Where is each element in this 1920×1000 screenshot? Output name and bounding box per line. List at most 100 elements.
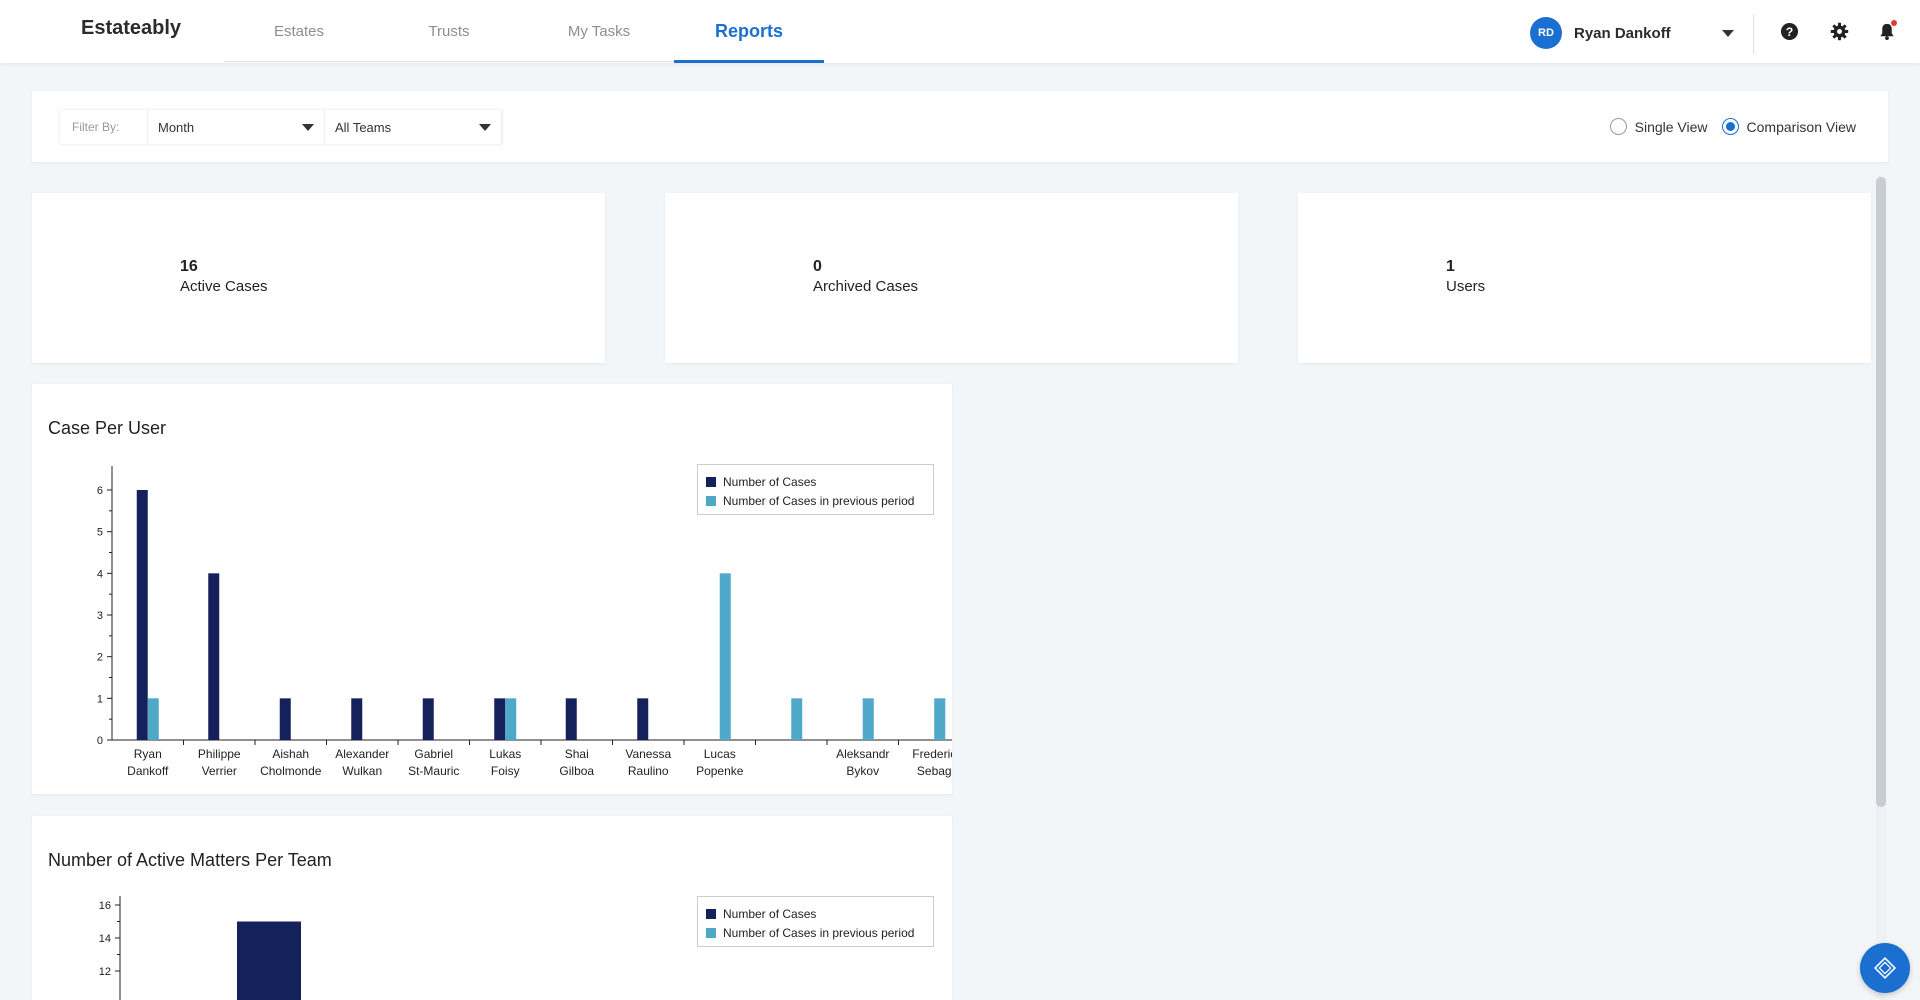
x-tick-label: Lucas bbox=[704, 747, 736, 761]
bar-current bbox=[237, 921, 301, 1000]
x-tick-label: Sebag bbox=[917, 764, 952, 778]
x-tick-label: Raulino bbox=[628, 764, 669, 778]
case-per-user-chart: 0 1 2 3 4 5 6 Ryan Dankoff Philippe Verrier Aishah C… bbox=[97, 466, 952, 778]
nav-tab-my-tasks[interactable]: My Tasks bbox=[524, 0, 674, 63]
legend-swatch bbox=[706, 927, 716, 938]
bar-current bbox=[279, 698, 291, 740]
bar-current bbox=[422, 698, 434, 740]
legend-label: Number of Cases in previous period bbox=[723, 925, 915, 940]
legend-item: Number of Cases bbox=[706, 472, 925, 491]
chart-legend: Number of Cases Number of Cases in previ… bbox=[697, 464, 934, 515]
y-tick-label: 0 bbox=[97, 735, 103, 747]
x-tick-label: Ryan bbox=[134, 747, 162, 761]
bar-previous bbox=[862, 698, 874, 740]
y-tick-label: 1 bbox=[97, 693, 103, 705]
x-tick-label: Aleksandr bbox=[836, 747, 889, 761]
stat-value: 0 bbox=[813, 258, 822, 275]
comparison-view-radio[interactable] bbox=[1721, 118, 1739, 135]
chart-card-case-per-user: Case Per User 0 1 2 3 4 5 6 Ryan Dankoff Philippe… bbox=[32, 384, 952, 794]
stat-label: Active Cases bbox=[180, 278, 268, 295]
x-tick-label: Frederic bbox=[912, 747, 952, 761]
legend-label: Number of Cases bbox=[723, 906, 817, 921]
period-select-value: Month bbox=[158, 119, 195, 135]
legend-item: Number of Cases in previous period bbox=[706, 491, 925, 510]
filter-label: Filter By: bbox=[60, 110, 148, 144]
stat-card-archived-cases: 0 Archived Cases bbox=[665, 193, 1238, 363]
x-tick-label: St-Mauric bbox=[408, 764, 459, 778]
view-toggle: Single View Comparison View bbox=[1609, 118, 1856, 135]
bar-previous bbox=[934, 698, 946, 740]
nav-tab-reports[interactable]: Reports bbox=[674, 0, 824, 63]
bar-current bbox=[637, 698, 649, 740]
stat-label: Archived Cases bbox=[813, 278, 919, 295]
x-tick-label: Verrier bbox=[202, 764, 237, 778]
stat-card-active-cases: 16 Active Cases bbox=[32, 193, 605, 363]
notification-dot bbox=[1891, 20, 1897, 26]
user-menu[interactable]: RD Ryan Dankoff bbox=[1530, 17, 1734, 49]
chevron-down-icon[interactable] bbox=[1722, 29, 1734, 37]
x-tick-label: Lukas bbox=[489, 747, 521, 761]
y-tick-label: 5 bbox=[97, 527, 103, 539]
chevron-down-icon bbox=[302, 123, 314, 131]
bar-previous bbox=[791, 698, 803, 740]
y-tick-label: 3 bbox=[97, 610, 103, 622]
x-tick-label: Aishah bbox=[272, 747, 309, 761]
x-tick-label: Gabriel bbox=[414, 747, 453, 761]
bar-current bbox=[351, 698, 363, 740]
stat-value: 16 bbox=[180, 258, 198, 275]
stat-value: 1 bbox=[1446, 258, 1455, 275]
help-icon[interactable]: ? bbox=[1779, 21, 1799, 41]
x-tick-label: Gilboa bbox=[559, 764, 594, 778]
x-tick-label: Vanessa bbox=[625, 747, 671, 761]
legend-swatch bbox=[706, 495, 716, 506]
x-tick-label: Bykov bbox=[846, 764, 879, 778]
team-select[interactable]: All Teams bbox=[325, 110, 502, 144]
y-tick-label: 4 bbox=[97, 568, 103, 580]
legend-label: Number of Cases in previous period bbox=[723, 493, 915, 508]
bar-previous bbox=[719, 573, 731, 740]
bar-current bbox=[494, 698, 506, 740]
filter-bar: Filter By: Month All Teams Single View C… bbox=[32, 91, 1888, 162]
bell-icon[interactable] bbox=[1877, 20, 1897, 41]
single-view-radio[interactable] bbox=[1609, 118, 1627, 135]
x-tick-label: Dankoff bbox=[127, 764, 169, 778]
svg-text:?: ? bbox=[1785, 24, 1793, 38]
nav-tab-trusts[interactable]: Trusts bbox=[374, 0, 524, 63]
x-tick-label: Popenke bbox=[696, 764, 744, 778]
nav-tab-estates[interactable]: Estates bbox=[224, 0, 374, 63]
bar-current bbox=[565, 698, 577, 740]
x-tick-label: Cholmonde bbox=[260, 764, 322, 778]
x-tick-label: Philippe bbox=[198, 747, 241, 761]
comparison-view-label[interactable]: Comparison View bbox=[1747, 119, 1856, 135]
period-select[interactable]: Month bbox=[148, 110, 325, 144]
diamond-logo-icon bbox=[1873, 956, 1897, 980]
y-tick-label: 6 bbox=[97, 485, 103, 497]
chart-card-active-matters-per-team: Number of Active Matters Per Team 12 14 16… bbox=[32, 816, 952, 1000]
scrollbar-thumb[interactable] bbox=[1876, 177, 1886, 807]
chevron-down-icon bbox=[479, 123, 491, 131]
chart-legend: Number of Cases Number of Cases in previ… bbox=[697, 896, 934, 947]
gear-icon[interactable] bbox=[1829, 21, 1849, 41]
x-tick-label: Foisy bbox=[491, 764, 520, 778]
brand-logo[interactable]: Estateably bbox=[81, 17, 181, 40]
legend-item: Number of Cases bbox=[706, 904, 925, 923]
floating-help-button[interactable] bbox=[1860, 943, 1910, 993]
divider bbox=[1753, 14, 1754, 54]
legend-item: Number of Cases in previous period bbox=[706, 923, 925, 942]
x-tick-label: Alexander bbox=[335, 747, 389, 761]
single-view-label[interactable]: Single View bbox=[1635, 119, 1708, 135]
y-tick-label: 14 bbox=[99, 933, 111, 945]
bar-previous bbox=[505, 698, 517, 740]
legend-swatch bbox=[706, 908, 716, 919]
nav-underline bbox=[224, 61, 674, 62]
filter-group: Filter By: Month All Teams bbox=[60, 110, 502, 144]
bar-current bbox=[208, 573, 220, 740]
team-select-value: All Teams bbox=[335, 119, 392, 135]
y-tick-label: 2 bbox=[97, 652, 103, 664]
y-tick-label: 12 bbox=[99, 966, 111, 978]
bar-previous bbox=[147, 698, 159, 740]
legend-swatch bbox=[706, 476, 716, 487]
x-tick-label: Shai bbox=[565, 747, 589, 761]
y-tick-label: 16 bbox=[99, 900, 111, 912]
legend-label: Number of Cases bbox=[723, 474, 817, 489]
